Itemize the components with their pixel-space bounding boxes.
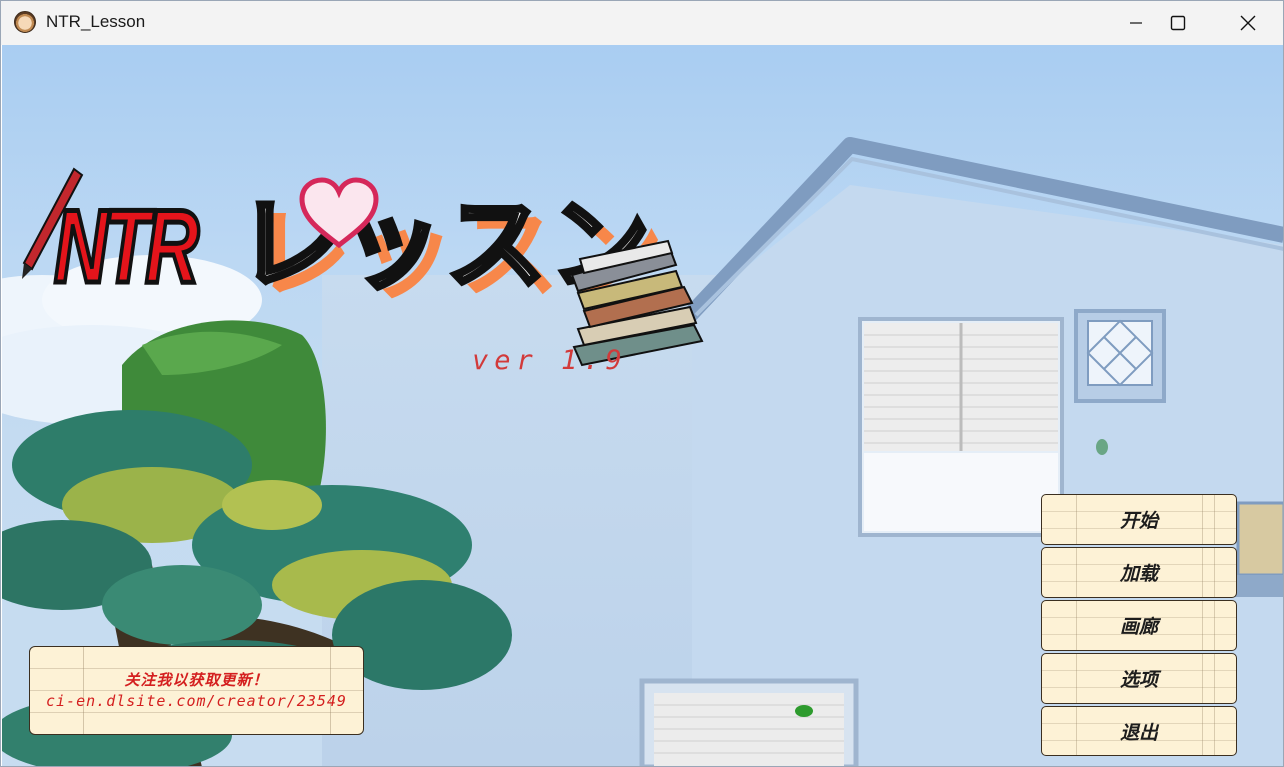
load-button[interactable]: 加载: [1041, 547, 1237, 598]
quit-button[interactable]: 退出: [1041, 706, 1237, 756]
logo-ntr: NTR: [52, 189, 201, 305]
close-icon: [1240, 15, 1256, 31]
game-window: NTR_Lesson NTR レッスン ver 1.9 开始 加载 画廊 选项 …: [0, 0, 1284, 767]
minimize-icon: [1130, 22, 1142, 24]
options-button[interactable]: 选项: [1041, 653, 1237, 704]
version-label: ver 1.9: [472, 345, 628, 376]
gallery-button[interactable]: 画廊: [1041, 600, 1237, 651]
follow-note-url[interactable]: ci-en.dlsite.com/creator/23549: [30, 692, 363, 710]
start-button[interactable]: 开始: [1041, 494, 1237, 545]
follow-note-text: 关注我以获取更新！: [124, 671, 269, 689]
title-bar[interactable]: NTR_Lesson: [1, 1, 1283, 45]
app-portrait-icon: [14, 11, 36, 33]
title-screen: NTR レッスン ver 1.9 开始 加载 画廊 选项 退出 关注我以获取更新…: [2, 45, 1283, 766]
maximize-icon: [1170, 15, 1186, 31]
heart-icon: [299, 177, 379, 249]
main-menu: 开始 加载 画廊 选项 退出: [1041, 494, 1237, 758]
follow-note[interactable]: 关注我以获取更新！ ci-en.dlsite.com/creator/23549: [29, 646, 364, 735]
close-button[interactable]: [1213, 1, 1283, 45]
window-title: NTR_Lesson: [46, 12, 146, 31]
maximize-button[interactable]: [1143, 1, 1213, 45]
